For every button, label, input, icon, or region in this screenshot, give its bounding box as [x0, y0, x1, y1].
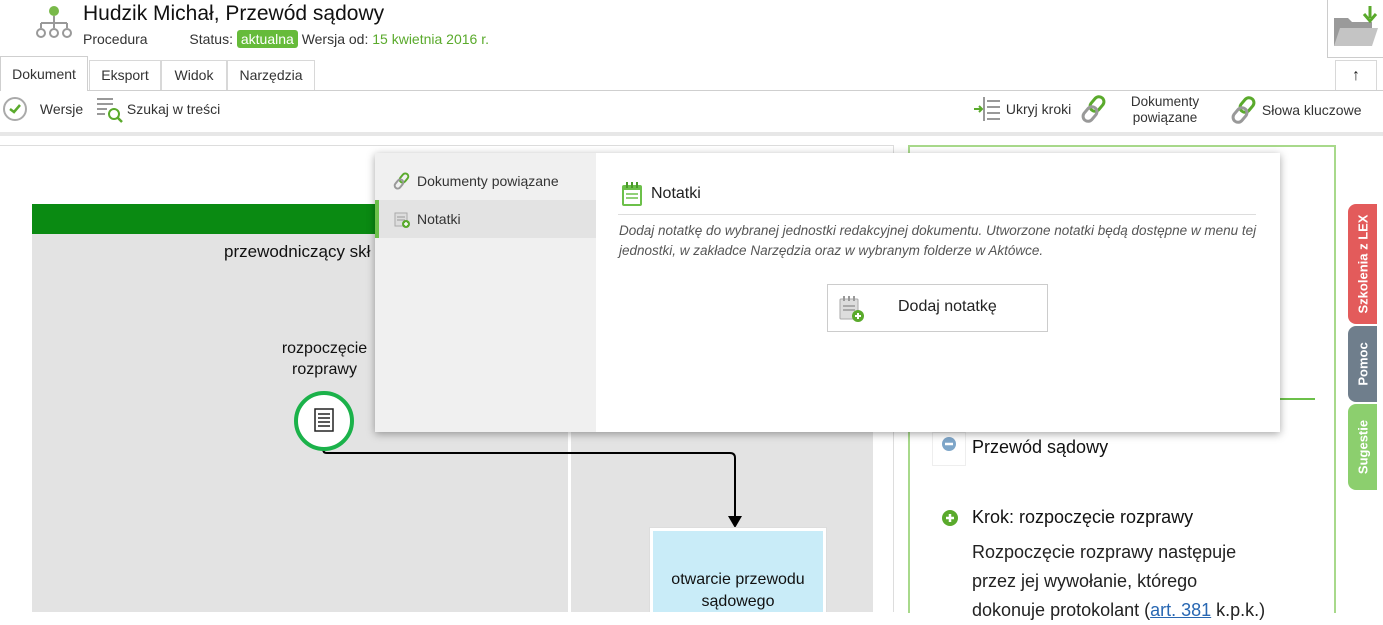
document-icon: [314, 408, 334, 432]
tab-eksport[interactable]: Eksport: [89, 60, 161, 90]
collapse-ribbon-button[interactable]: ↑: [1335, 60, 1377, 90]
status-label: Status:: [189, 31, 233, 47]
version-date: 15 kwietnia 2016 r.: [372, 31, 489, 47]
search-content-button[interactable]: Szukaj w treści: [95, 95, 220, 123]
task-label: otwarcie przewodu sądowego: [671, 571, 805, 610]
hide-steps-icon: [974, 97, 1000, 121]
collapse-section-button[interactable]: [932, 432, 966, 466]
chain-link-icon: [1231, 96, 1256, 124]
versions-button[interactable]: Wersje: [2, 95, 83, 123]
clock-check-icon: [3, 97, 27, 121]
status-badge: aktualna: [236, 30, 298, 48]
note-add-icon: [839, 296, 864, 322]
tab-narzedzia[interactable]: Narzędzia: [227, 60, 315, 90]
popup-menu: Dokumenty powiązane Notatki: [375, 153, 596, 432]
keywords-button[interactable]: Słowa kluczowe: [1230, 95, 1362, 125]
tab-dokument[interactable]: Dokument: [0, 56, 88, 91]
search-lines-icon: [97, 98, 123, 123]
task-node-otwarcie[interactable]: otwarcie przewodu sądowego: [650, 528, 826, 612]
document-type: Procedura: [83, 31, 148, 47]
arrow-up-icon: ↑: [1352, 67, 1360, 84]
article-link[interactable]: art. 381: [1150, 600, 1211, 620]
document-title: Hudzik Michał, Przewód sądowy: [83, 2, 385, 25]
step-description: Rozpoczęcie rozprawy następuje przez jej…: [972, 542, 1266, 620]
tab-widok[interactable]: Widok: [161, 60, 227, 90]
plus-circle-icon[interactable]: [941, 509, 959, 527]
tools-popup: Dokumenty powiązane Notatki Notatki Doda…: [375, 153, 1280, 432]
popup-divider: [618, 214, 1256, 215]
toolbar-separator: [0, 132, 1383, 136]
chain-link-icon: [393, 172, 410, 190]
side-tab-help[interactable]: Pomoc: [1348, 326, 1377, 402]
version-label: Wersja od:: [301, 31, 369, 47]
document-meta: Procedura Status: aktualna Wersja od: 15…: [83, 30, 489, 48]
minus-circle-icon: [942, 437, 956, 451]
side-tab-suggestions[interactable]: Sugestie: [1348, 404, 1377, 490]
step-title: Krok: rozpoczęcie rozprawy: [972, 507, 1194, 527]
briefcase-folder-button[interactable]: [1327, 0, 1383, 58]
popup-description: Dodaj notatkę do wybranej jednostki reda…: [619, 223, 1257, 258]
ribbon-tabs: Dokument Eksport Widok Narzędzia ↑: [0, 56, 1383, 91]
popup-title: Notatki: [651, 185, 701, 202]
side-tab-training[interactable]: Szkolenia z LEX: [1348, 204, 1377, 324]
popup-menu-related-docs[interactable]: Dokumenty powiązane: [375, 162, 596, 200]
notepad-icon: [622, 182, 642, 206]
popup-menu-notes[interactable]: Notatki: [375, 200, 596, 238]
note-add-icon: [394, 212, 410, 228]
start-event-node[interactable]: [294, 391, 354, 451]
chain-link-icon: [1081, 95, 1106, 123]
hide-steps-button[interactable]: Ukryj kroki: [972, 95, 1071, 123]
add-note-button[interactable]: Dodaj notatkę: [827, 284, 1048, 332]
section-title: Przewód sądowy: [972, 437, 1109, 457]
folder-download-icon: [1334, 6, 1378, 46]
procedure-tree-icon: [36, 6, 72, 38]
